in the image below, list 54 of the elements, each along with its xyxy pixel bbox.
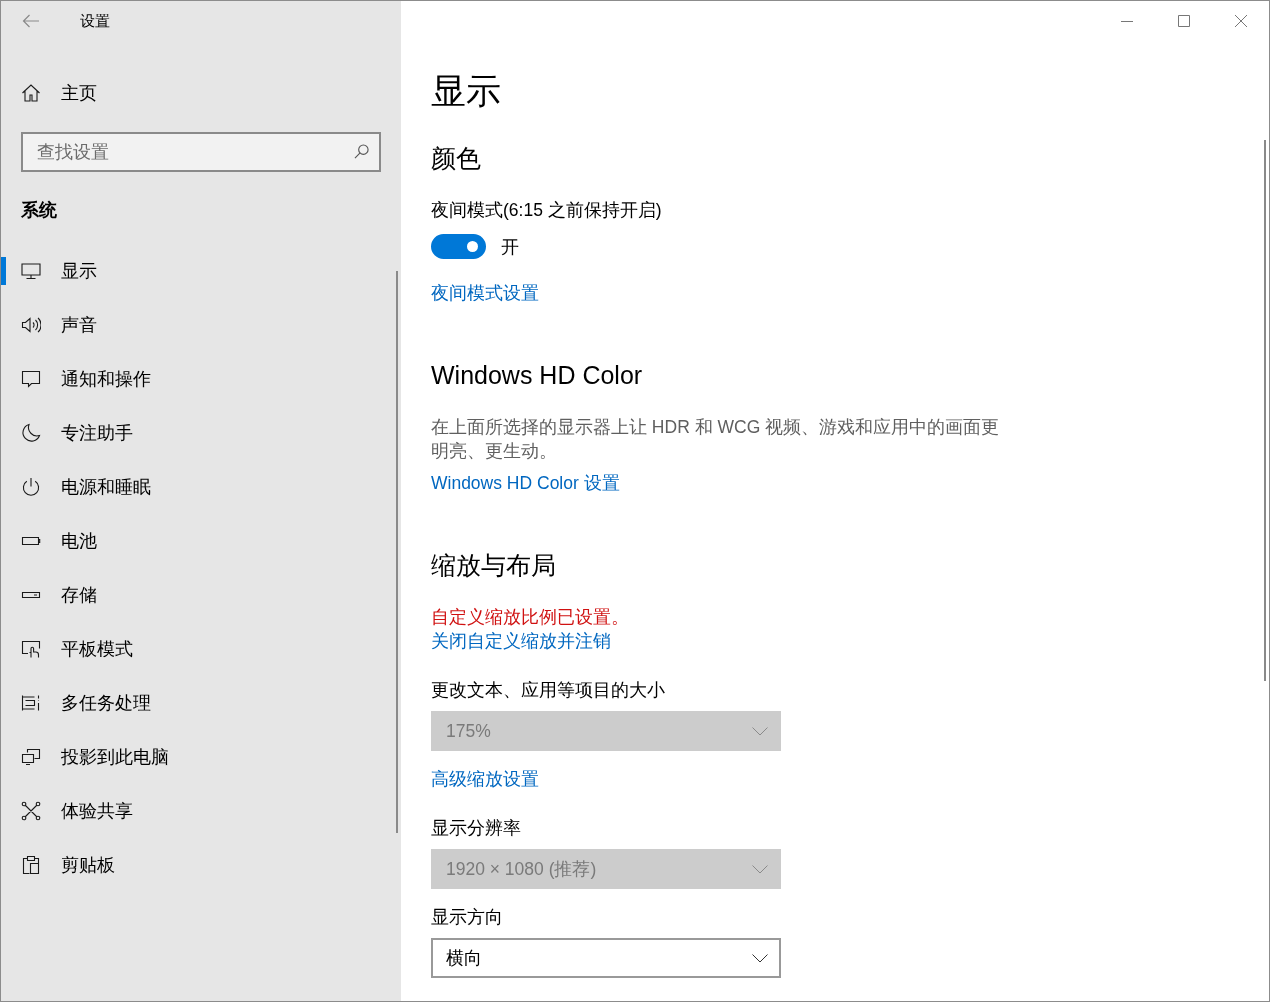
- toggle-switch[interactable]: [431, 234, 486, 259]
- power-icon: [21, 477, 41, 497]
- scrollbar-thumb[interactable]: [396, 271, 398, 833]
- nav-item[interactable]: 多任务处理: [1, 679, 395, 727]
- section-heading: 缩放与布局: [431, 550, 556, 581]
- chevron-down-icon: [752, 953, 768, 963]
- nav-item[interactable]: 声音: [1, 301, 395, 349]
- chevron-down-icon: [752, 864, 768, 874]
- toggle-state-text: 开: [501, 235, 519, 259]
- minimize-icon[interactable]: [1120, 20, 1133, 22]
- close-icon[interactable]: [1234, 15, 1247, 27]
- nav-item[interactable]: 显示: [1, 247, 395, 295]
- speaker-icon: [21, 315, 41, 335]
- nav-item[interactable]: 存储: [1, 571, 395, 619]
- home-icon: [21, 83, 41, 103]
- description-text: 在上面所选择的显示器上让 HDR 和 WCG 视频、游戏和应用中的画面更明亮、更生动。: [431, 416, 1001, 463]
- setting-label: 更改文本、应用等项目的大小: [431, 679, 665, 702]
- nav-item[interactable]: 平板模式: [1, 625, 395, 673]
- share-nodes-icon: [21, 801, 41, 821]
- section-heading: 系统: [21, 199, 57, 222]
- screens-icon: [21, 747, 41, 767]
- search-icon[interactable]: [354, 144, 369, 159]
- section-heading: Windows HD Color: [431, 360, 643, 391]
- warning-text: 自定义缩放比例已设置。: [431, 606, 629, 629]
- maximize-icon[interactable]: [1177, 15, 1190, 27]
- monitor-icon: [21, 261, 41, 281]
- nav-item[interactable]: 通知和操作: [1, 355, 395, 403]
- text-link[interactable]: Windows HD Color 设置: [431, 471, 620, 495]
- multitask-icon: [21, 693, 41, 713]
- clipboard-icon: [21, 855, 41, 875]
- text-link[interactable]: 关闭自定义缩放并注销: [431, 629, 611, 653]
- nav-item[interactable]: 电池: [1, 517, 395, 565]
- nav-item[interactable]: 电源和睡眠: [1, 463, 395, 511]
- tablet-hand-icon: [21, 639, 41, 659]
- scrollbar-thumb[interactable]: [1264, 140, 1266, 681]
- home-link[interactable]: 主页: [1, 69, 395, 117]
- nav-item[interactable]: 体验共享: [1, 787, 395, 835]
- speech-bubble-icon: [21, 369, 41, 389]
- nav-item[interactable]: 专注助手: [1, 409, 395, 457]
- moon-icon: [21, 423, 41, 443]
- section-heading: 颜色: [431, 143, 481, 174]
- back-icon[interactable]: [22, 14, 39, 28]
- text-link[interactable]: 高级缩放设置: [431, 767, 539, 791]
- nav-item[interactable]: 剪贴板: [1, 841, 395, 889]
- nav-item[interactable]: 投影到此电脑: [1, 733, 395, 781]
- dropdown[interactable]: 横向: [431, 938, 781, 978]
- setting-label: 显示方向: [431, 906, 503, 929]
- chevron-down-icon: [752, 726, 768, 736]
- setting-label: 显示分辨率: [431, 817, 521, 840]
- text-link[interactable]: 夜间模式设置: [431, 281, 539, 305]
- page-title: 显示: [431, 70, 501, 112]
- setting-label: 夜间模式(6:15 之前保持开启): [431, 199, 662, 222]
- window-title: 设置: [80, 11, 110, 31]
- search-field[interactable]: 查找设置: [21, 132, 381, 172]
